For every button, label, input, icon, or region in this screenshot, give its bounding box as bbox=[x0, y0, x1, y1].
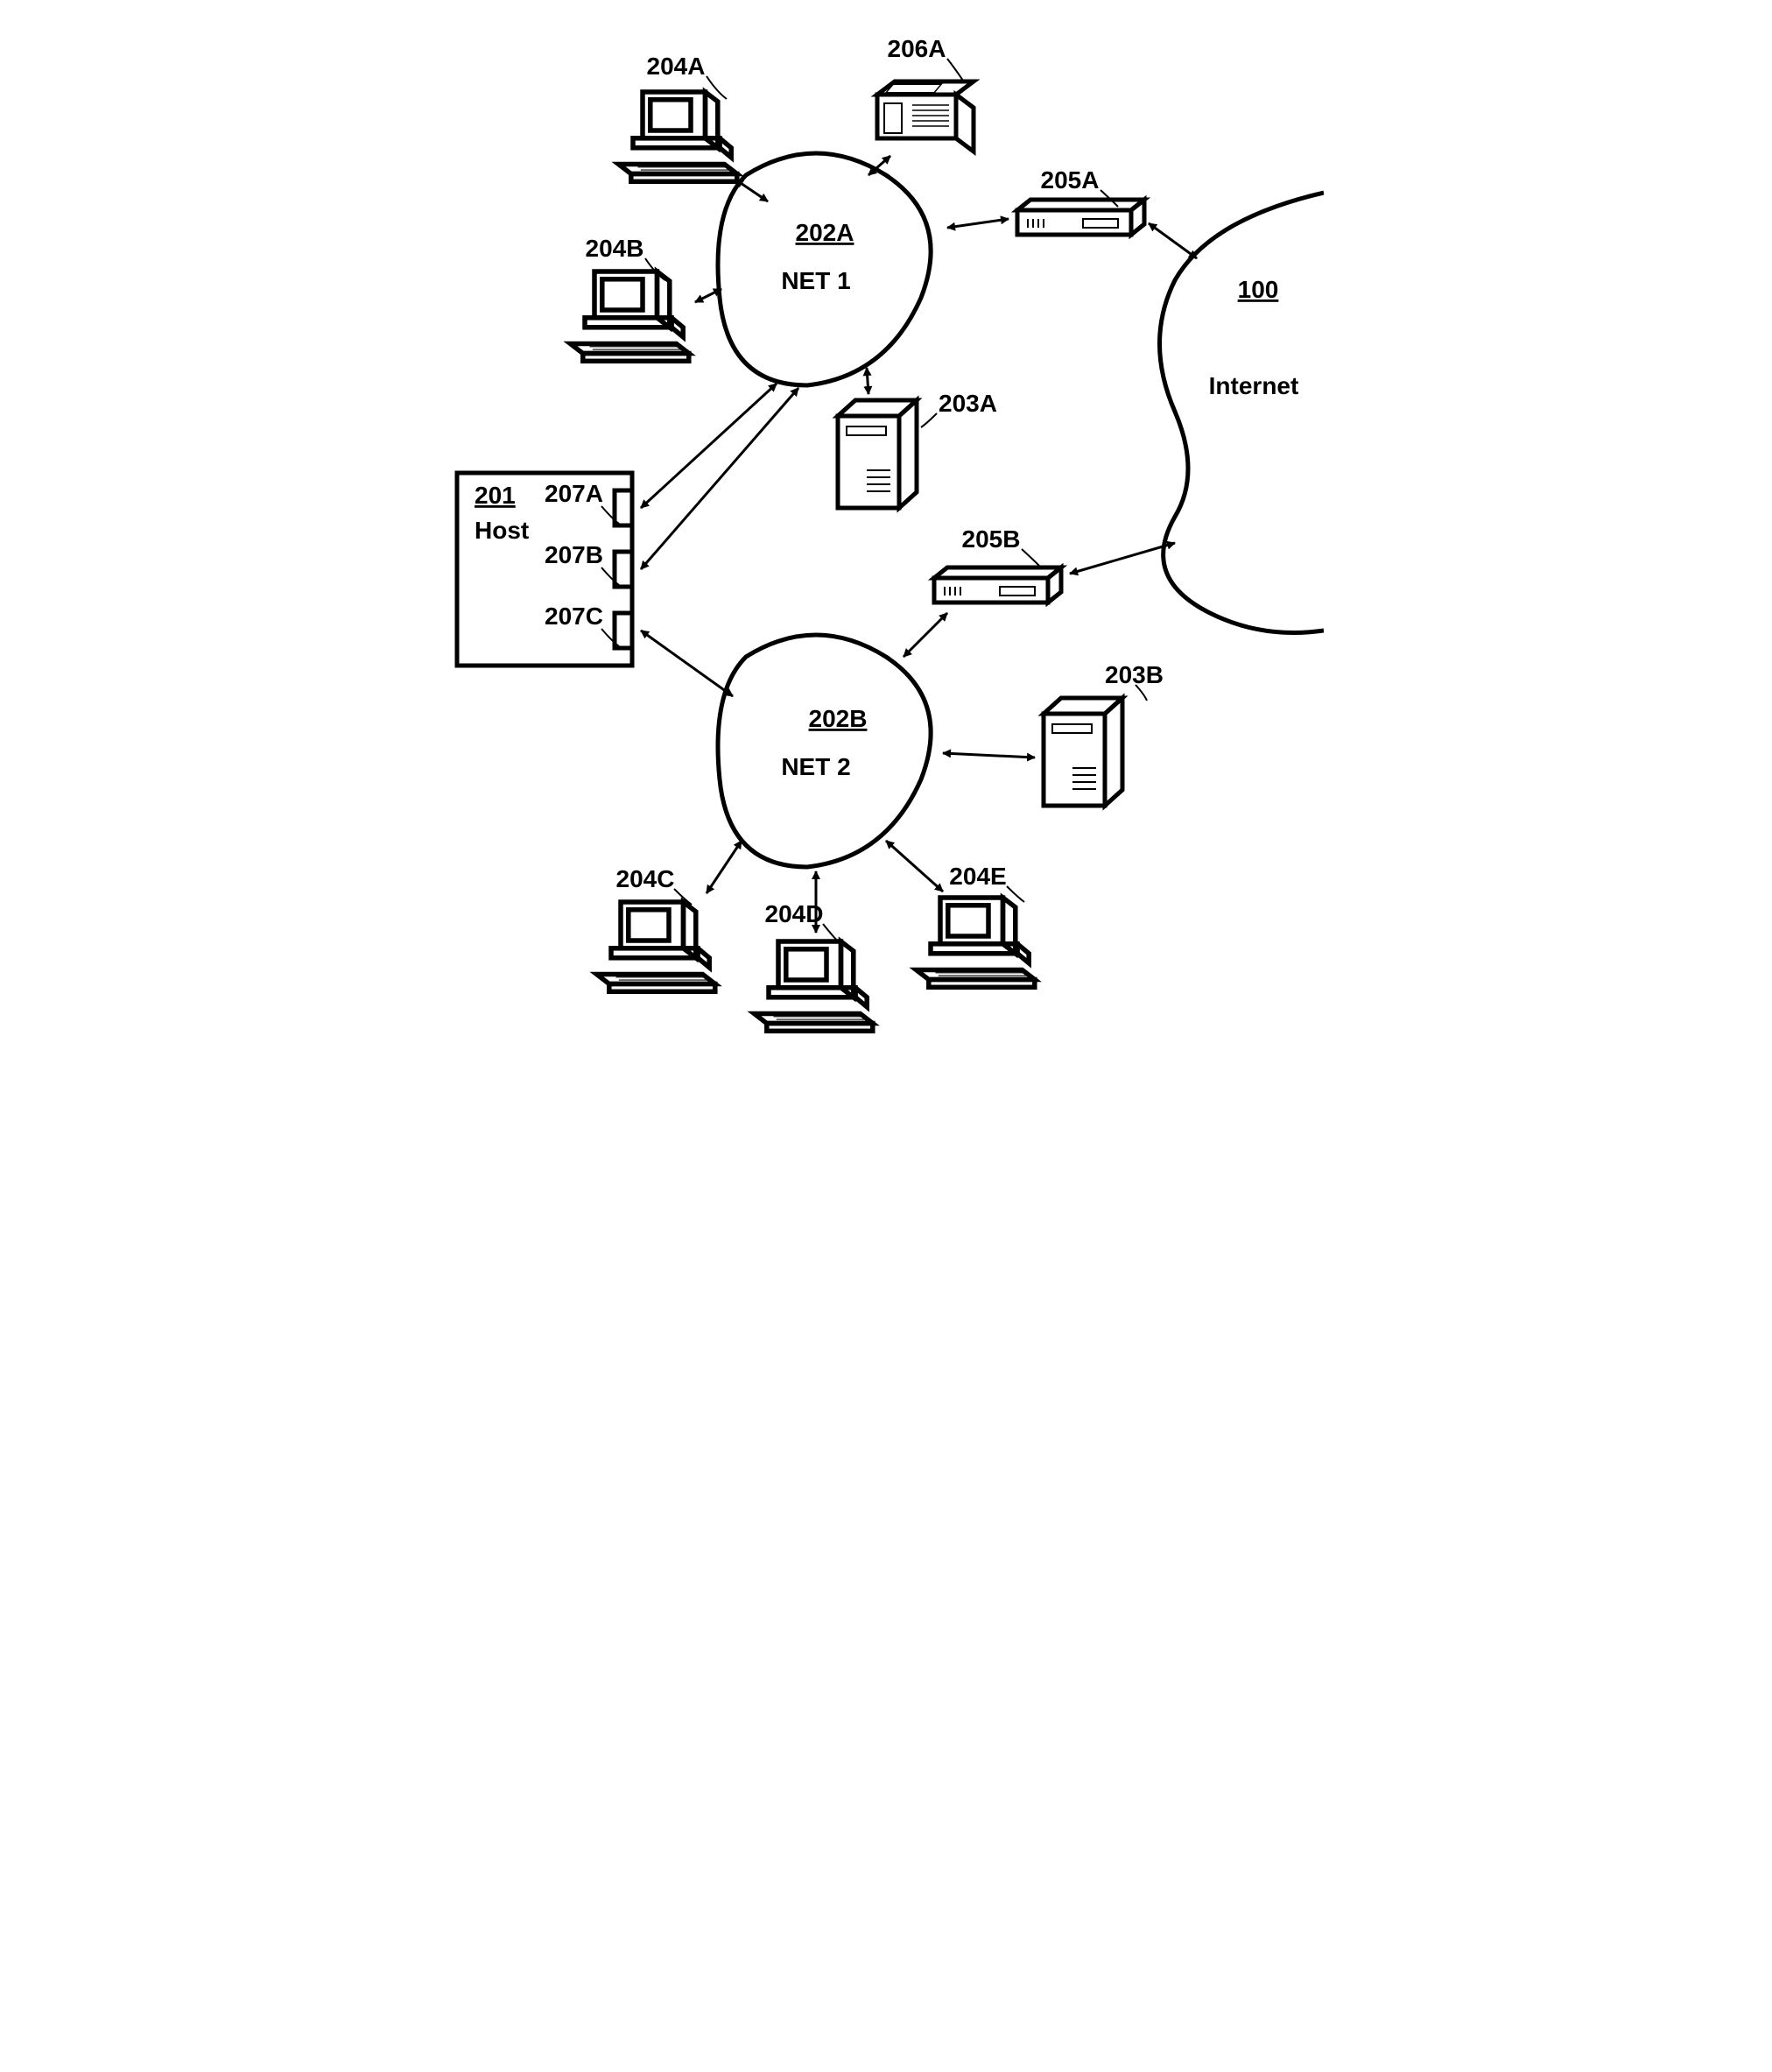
network-diagram: 202A NET 1 202B NET 2 100 Internet 201 H… bbox=[448, 18, 1324, 1042]
router-b bbox=[934, 567, 1061, 603]
computer-c-label: 204C bbox=[616, 865, 675, 892]
net1-name: NET 1 bbox=[781, 267, 850, 294]
computer-e bbox=[917, 898, 1035, 987]
net2-cloud: 202B NET 2 bbox=[718, 635, 931, 867]
computer-e-label: 204E bbox=[949, 863, 1006, 890]
arrow-net1-203a bbox=[867, 368, 868, 394]
arrow-net2-205b bbox=[904, 613, 947, 657]
computer-d bbox=[755, 941, 873, 1031]
arrow-205a-internet bbox=[1149, 223, 1197, 258]
arrow-net1-205a bbox=[947, 219, 1009, 228]
router-a-label: 205A bbox=[1041, 166, 1100, 194]
host-name: Host bbox=[475, 517, 529, 544]
printer-a bbox=[877, 81, 974, 152]
computer-b bbox=[571, 271, 689, 361]
host-port-b bbox=[615, 552, 632, 587]
arrow-204a-net1 bbox=[735, 180, 768, 201]
arrow-net2-204e bbox=[886, 841, 943, 892]
arrow-207c-net2 bbox=[641, 631, 733, 696]
computer-d-label: 204D bbox=[765, 900, 824, 927]
computer-a bbox=[619, 92, 737, 181]
internet-id: 100 bbox=[1238, 276, 1279, 303]
host-box: 201 Host 207A 207B 207C bbox=[457, 473, 632, 666]
server-a-label: 203A bbox=[939, 390, 997, 417]
port-b-label: 207B bbox=[545, 541, 603, 568]
arrow-207b-net1 bbox=[641, 388, 798, 569]
internet-cloud: 100 Internet bbox=[1160, 193, 1325, 633]
arrow-net2-204c bbox=[707, 841, 742, 893]
printer-label: 206A bbox=[888, 35, 946, 62]
computer-c bbox=[597, 902, 715, 991]
port-c-label: 207C bbox=[545, 603, 603, 630]
router-b-label: 205B bbox=[962, 525, 1021, 553]
port-a-label: 207A bbox=[545, 480, 603, 507]
net2-name: NET 2 bbox=[781, 753, 850, 780]
server-a bbox=[838, 400, 917, 508]
internet-name: Internet bbox=[1209, 372, 1299, 399]
net2-id: 202B bbox=[809, 705, 868, 732]
arrow-net2-203b bbox=[943, 753, 1035, 758]
computer-b-label: 204B bbox=[586, 235, 644, 262]
server-b-label: 203B bbox=[1105, 661, 1164, 688]
net1-id: 202A bbox=[796, 219, 854, 246]
arrow-205b-internet bbox=[1070, 543, 1175, 574]
host-port-c bbox=[615, 613, 632, 648]
host-id: 201 bbox=[475, 482, 516, 509]
computer-a-label: 204A bbox=[647, 53, 706, 80]
server-b bbox=[1044, 698, 1122, 806]
host-port-a bbox=[615, 490, 632, 525]
router-a bbox=[1017, 200, 1144, 235]
